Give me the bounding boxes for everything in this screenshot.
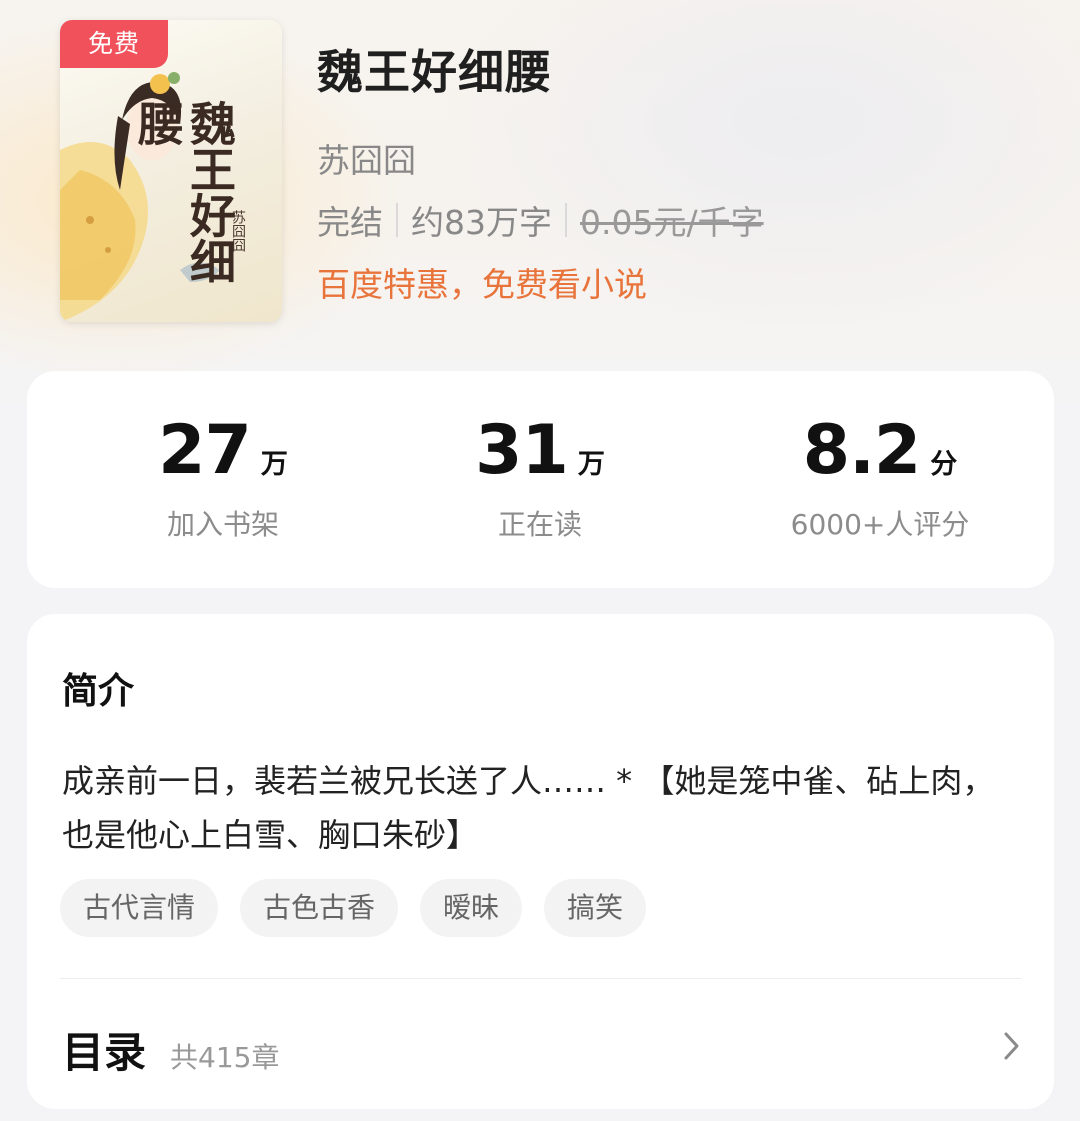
tag-list: 古代言情 古色古香 暧昧 搞笑	[60, 879, 668, 937]
promo-text: 百度特惠，免费看小说	[317, 265, 647, 304]
chapter-count: 共415章	[170, 1041, 280, 1074]
book-author[interactable]: 苏囧囧	[317, 134, 416, 182]
intro-text[interactable]: 成亲前一日，裴若兰被兄长送了人…… * 【她是笼中雀、砧上肉，也是他心上白雪、胸…	[62, 754, 1022, 862]
stat-label: 加入书架	[166, 508, 279, 541]
stat-value: 27	[158, 411, 252, 490]
stat-label: 正在读	[497, 508, 582, 541]
tag-chip[interactable]: 搞笑	[544, 879, 647, 937]
section-divider	[60, 978, 1021, 979]
free-badge: 免费	[60, 20, 168, 68]
word-count: 约83万字	[411, 203, 552, 242]
intro-heading: 简介	[62, 671, 135, 712]
toc-title: 目录	[62, 1028, 147, 1077]
book-cover[interactable]: 魏王好细腰 苏囧囧 免费	[60, 20, 282, 322]
cover-title: 魏王好细腰	[131, 100, 237, 284]
cover-author: 苏囧囧	[230, 210, 246, 252]
original-price: 0.05元/千字	[580, 203, 764, 242]
stat-reading: 31 万 正在读	[390, 411, 690, 543]
book-title: 魏王好细腰	[317, 45, 552, 99]
stat-unit: 万	[577, 449, 605, 480]
stat-bookshelf: 27 万 加入书架	[73, 411, 373, 543]
stat-unit: 万	[260, 449, 288, 480]
tag-chip[interactable]: 古色古香	[240, 879, 399, 937]
meta-divider	[396, 203, 398, 237]
stat-label: 6000+人评分	[790, 508, 970, 541]
book-meta: 完结 约83万字 0.05元/千字	[317, 196, 764, 244]
meta-divider	[565, 203, 567, 237]
tag-chip[interactable]: 古代言情	[60, 879, 219, 937]
chevron-right-icon[interactable]	[1002, 1030, 1022, 1062]
stat-value: 8.2	[802, 411, 921, 490]
book-status: 完结	[317, 203, 383, 242]
tag-chip[interactable]: 暧昧	[420, 879, 523, 937]
stat-value: 31	[475, 411, 569, 490]
toc-row[interactable]: 目录 共415章	[62, 1019, 279, 1080]
stat-unit: 分	[930, 449, 958, 480]
stats-card: 27 万 加入书架 31 万 正在读 8.2 分 6000+人评分	[27, 371, 1054, 588]
stat-rating[interactable]: 8.2 分 6000+人评分	[730, 411, 1030, 543]
intro-card: 简介 成亲前一日，裴若兰被兄长送了人…… * 【她是笼中雀、砧上肉，也是他心上白…	[27, 614, 1054, 1109]
